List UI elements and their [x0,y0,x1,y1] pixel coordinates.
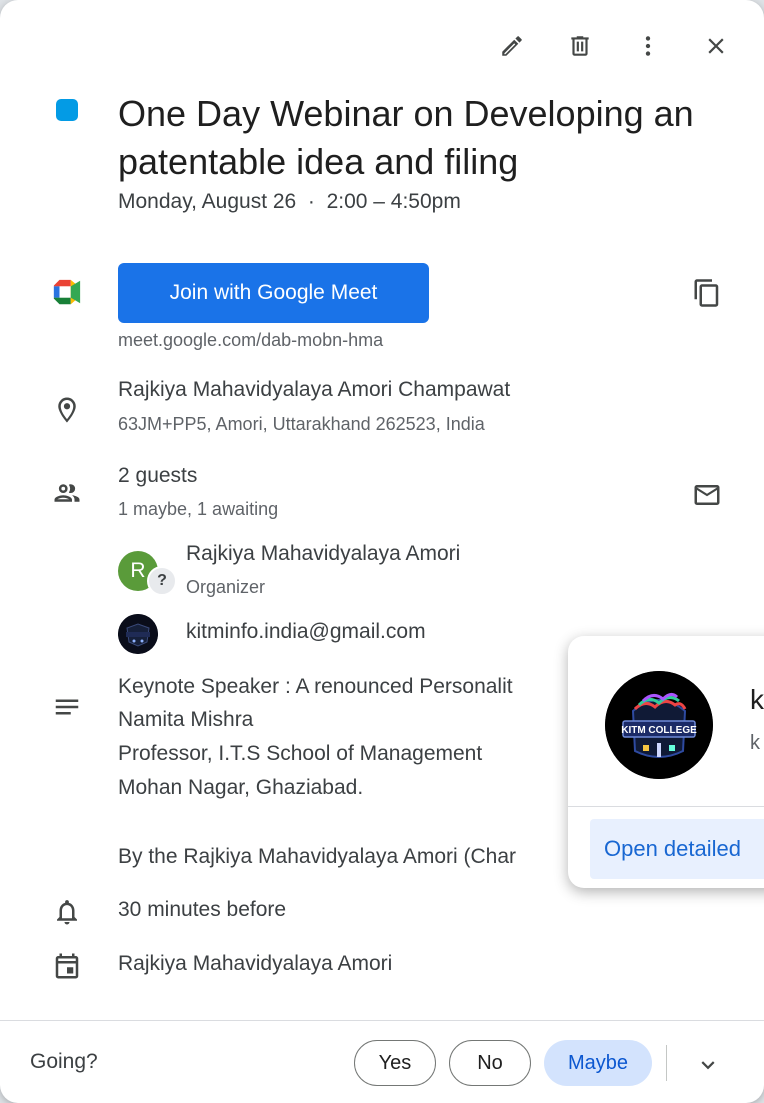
location-name[interactable]: Rajkiya Mahavidyalaya Amori Champawat [118,378,510,402]
event-details-card: One Day Webinar on Developing an patenta… [0,0,764,1103]
edit-event-button[interactable] [494,28,530,64]
more-options-button[interactable] [630,28,666,64]
rsvp-no-button[interactable]: No [449,1040,531,1086]
event-title: One Day Webinar on Developing an patenta… [118,93,694,182]
close-button[interactable] [698,28,734,64]
popup-avatar: KITM COLLEGE [605,671,713,779]
google-meet-icon [50,275,84,309]
guest-name[interactable]: kitminfo.india@gmail.com [186,620,426,644]
popup-logo-text: KITM COLLEGE [621,725,697,736]
people-icon [50,476,84,510]
description-line: By the Rajkiya Mahavidyalaya Amori (Char [118,845,516,868]
join-google-meet-button[interactable]: Join with Google Meet [118,263,429,323]
event-toolbar [494,28,734,64]
email-guests-button[interactable] [688,476,726,514]
open-detailed-view-button[interactable]: Open detailed [590,819,764,879]
avatar[interactable] [118,614,158,654]
description-line: Keynote Speaker : A renounced Personalit [118,675,513,698]
rsvp-separator [666,1045,667,1081]
description-line: Professor, I.T.S School of Management [118,742,483,765]
guest-name[interactable]: Rajkiya Mahavidyalaya Amori [186,542,460,566]
more-vert-icon [645,36,651,56]
pencil-icon [502,36,522,56]
kitm-logo-icon [118,614,158,654]
footer-divider [0,1020,764,1021]
guest-hover-card: KITM COLLEGE k k Open detailed [568,636,764,888]
reminder-text: 30 minutes before [118,898,287,921]
mail-icon [694,485,720,505]
guest-role: Organizer [186,577,266,597]
calendar-icon [50,949,84,983]
bell-icon [50,895,84,929]
event-datetime: Monday, August 26 · 2:00 – 4:50pm [118,190,461,213]
description-icon [50,690,84,724]
description-line: Namita Mishra [118,708,254,731]
chevron-down-icon [701,1061,715,1070]
popup-divider [568,806,764,807]
location-address: 63JM+PP5, Amori, Uttarakhand 262523, Ind… [118,414,485,434]
rsvp-yes-button[interactable]: Yes [354,1040,436,1086]
rsvp-options-button[interactable] [692,1049,724,1081]
kitm-college-logo-icon: KITM COLLEGE [605,671,713,779]
close-icon [708,38,724,54]
rsvp-maybe-badge: ? [147,566,177,596]
location-pin-icon [50,393,84,427]
rsvp-maybe-button[interactable]: Maybe [544,1040,652,1086]
delete-event-button[interactable] [562,28,598,64]
guests-rsvp-summary: 1 maybe, 1 awaiting [118,499,279,519]
calendar-name: Rajkiya Mahavidyalaya Amori [118,952,393,975]
trash-icon [571,36,589,56]
event-color-indicator [56,99,78,121]
meet-link[interactable]: meet.google.com/dab-mobn-hma [118,330,383,351]
going-label: Going? [30,1050,98,1073]
copy-meet-link-button[interactable] [688,274,726,312]
popup-subtitle: k [750,732,760,754]
description-line: Mohan Nagar, Ghaziabad. [118,776,364,799]
guests-count: 2 guests [118,464,198,487]
copy-icon [694,279,719,307]
popup-name: k [750,684,764,715]
